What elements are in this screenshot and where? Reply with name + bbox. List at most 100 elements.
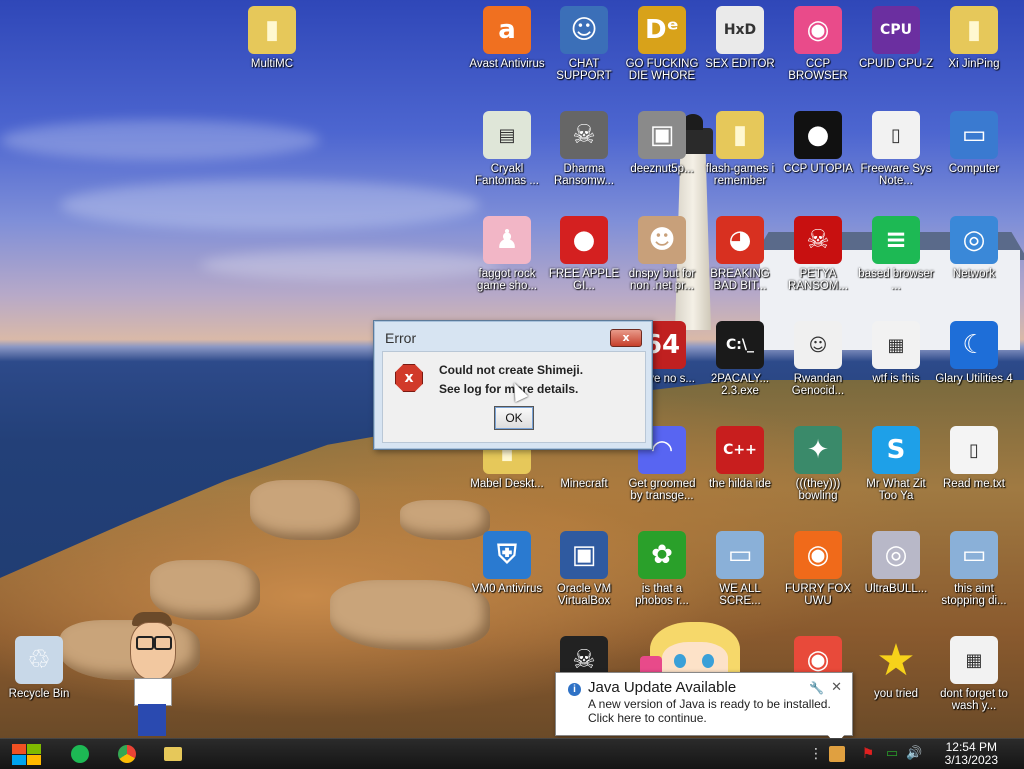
close-icon[interactable]: ✕ bbox=[831, 679, 842, 695]
desktop-icon-cpuid[interactable]: CPU CPUID CPU-Z bbox=[857, 6, 935, 70]
skull-icon: ☠ bbox=[560, 111, 608, 159]
desktop-icon-oraclevm[interactable]: ▣ Oracle VM VirtualBox bbox=[545, 531, 623, 607]
file-explorer-icon[interactable] bbox=[164, 747, 182, 761]
star-icon: ★ bbox=[876, 634, 916, 686]
desktop-icon-wtf[interactable]: ▦ wtf is this bbox=[857, 321, 935, 385]
desktop-icon-label: CCP BROWSER bbox=[788, 58, 848, 82]
folder-icon: ▮ bbox=[248, 6, 296, 54]
desktop-icon-ccp-utopia[interactable]: ● CCP UTOPIA bbox=[779, 111, 857, 175]
desktop-icon-go-f[interactable]: Dᵉ GO FUCKING DIE WHORE bbox=[623, 6, 701, 82]
cloud bbox=[200, 250, 500, 280]
desktop-icon-thisaint[interactable]: ▭ this aint stopping di... bbox=[935, 531, 1013, 607]
desktop-icon-faggot-rock[interactable]: ♟ faggot rock game sho... bbox=[468, 216, 546, 292]
dexplorer-icon: Dᵉ bbox=[638, 6, 686, 54]
desktop-icon-bowling[interactable]: ✦ (((they))) bowling bbox=[779, 426, 857, 502]
desktop-icon-dontforget[interactable]: ▦ dont forget to wash y... bbox=[935, 636, 1013, 712]
desktop-icon-xi[interactable]: ▮ Xi JinPing bbox=[935, 6, 1013, 70]
desktop-icon-dnspy[interactable]: ☻ dnspy but for non .net pr... bbox=[623, 216, 701, 292]
desktop-icon-furry[interactable]: ◉ FURRY FOX UWU bbox=[779, 531, 857, 607]
action-center-flag-icon[interactable]: ⚑ bbox=[860, 746, 876, 762]
desktop-icon-apple[interactable]: ● FREE APPLE GI... bbox=[545, 216, 623, 292]
dialog-close-button[interactable]: x bbox=[610, 329, 642, 347]
desktop-icon-label: FREE APPLE GI... bbox=[548, 268, 620, 292]
windows-logo-icon bbox=[27, 755, 41, 765]
start-button[interactable] bbox=[10, 742, 42, 766]
text-file-icon: ▯ bbox=[950, 426, 998, 474]
calendar-doc-icon: ▦ bbox=[872, 321, 920, 369]
desktop-icon-recycle[interactable]: ♲ Recycle Bin bbox=[0, 636, 78, 700]
volume-icon[interactable]: 🔊 bbox=[906, 746, 922, 762]
chrome-icon[interactable] bbox=[118, 745, 136, 763]
desktop-icon-label: Freeware Sys Note... bbox=[860, 163, 932, 187]
face-icon: ☺ bbox=[794, 321, 842, 369]
avast-icon: a bbox=[483, 6, 531, 54]
network-icon: ◎ bbox=[950, 216, 998, 264]
virtualbox-icon: ▣ bbox=[560, 531, 608, 579]
desktop-icon-weall[interactable]: ▭ WE ALL SCRE... bbox=[701, 531, 779, 607]
glary-icon: ☾ bbox=[950, 321, 998, 369]
desktop-icon-label: SEX EDITOR bbox=[705, 58, 775, 70]
desktop-icon-cryakl[interactable]: ▤ Cryakl Fantomas ... bbox=[468, 111, 546, 187]
clock[interactable]: 12:54 PM 3/13/2023 bbox=[945, 741, 998, 767]
desktop-icon-ultrabull[interactable]: ◎ UltraBULL... bbox=[857, 531, 935, 595]
angry-bird-icon: ◕ bbox=[716, 216, 764, 264]
ok-button[interactable]: OK bbox=[494, 406, 534, 430]
desktop-icon-label: 2PACALY... 2.3.exe bbox=[710, 373, 770, 397]
java-tray-icon[interactable] bbox=[829, 746, 845, 762]
desktop-icon-hilda[interactable]: C++ the hilda ide bbox=[701, 426, 779, 490]
notification-title: Java Update Available bbox=[588, 679, 737, 696]
desktop-icon-sex-editor[interactable]: HxD SEX EDITOR bbox=[701, 6, 779, 70]
desktop-icon-deeznut[interactable]: ▣ deeznut5p... bbox=[623, 111, 701, 175]
desktop-icon-ccp-browser[interactable]: ◉ CCP BROWSER bbox=[779, 6, 857, 82]
desktop-icon-label: Rwandan Genocid... bbox=[791, 373, 845, 397]
dialog-message-line-1: Could not create Shimeji. bbox=[439, 363, 584, 377]
cpuz-icon: CPU bbox=[872, 6, 920, 54]
network-tray-icon[interactable]: ▭ bbox=[884, 746, 900, 762]
desktop-icon-label: Network bbox=[952, 268, 996, 280]
desktop-icon-multimc[interactable]: ▮ MultiMC bbox=[233, 6, 311, 70]
wrench-icon[interactable]: 🔧 bbox=[809, 681, 824, 695]
desktop-icon-2pacaly[interactable]: C:\_ 2PACALY... 2.3.exe bbox=[701, 321, 779, 397]
desktop-icon-label: CHAT SUPPORT bbox=[556, 58, 612, 82]
desktop-icon-phobos[interactable]: ✿ is that a phobos r... bbox=[623, 531, 701, 607]
spotify-icon[interactable] bbox=[71, 745, 89, 763]
desktop-icon-rwandan[interactable]: ☺ Rwandan Genocid... bbox=[779, 321, 857, 397]
desktop-icon-label: FURRY FOX UWU bbox=[784, 583, 852, 607]
skype-icon: S bbox=[872, 426, 920, 474]
desktop-icon-chat-support[interactable]: ☺ CHAT SUPPORT bbox=[545, 6, 623, 82]
desktop-icon-label: UltraBULL... bbox=[864, 583, 928, 595]
desktop-icon-flash[interactable]: ▮ flash-games i remember bbox=[701, 111, 779, 187]
desktop-icon-readme[interactable]: ▯ Read me.txt bbox=[935, 426, 1013, 490]
shield-icon: ⛨ bbox=[483, 531, 531, 579]
desktop-icon-label: deeznut5p... bbox=[630, 163, 694, 175]
hex-editor-icon: HxD bbox=[716, 6, 764, 54]
chat-bubble-icon: ≡ bbox=[872, 216, 920, 264]
desktop-icon-avast[interactable]: a Avast Antivirus bbox=[468, 6, 546, 70]
desktop-icon-petya[interactable]: ☠ PETYA RANSOM... bbox=[779, 216, 857, 292]
desktop-icon-computer[interactable]: ▭ Computer bbox=[935, 111, 1013, 175]
desktop-icon-label: Mr What Zit Too Ya bbox=[866, 478, 926, 502]
browser-icon: ◉ bbox=[794, 6, 842, 54]
document-icon: ▯ bbox=[872, 111, 920, 159]
desktop-icon-breaking[interactable]: ◕ BREAKING BAD BIT... bbox=[701, 216, 779, 292]
desktop-icon-vm0[interactable]: ⛨ VM0 Antivirus bbox=[468, 531, 546, 595]
desktop-icon-glary[interactable]: ☾ Glary Utilities 4 bbox=[935, 321, 1013, 385]
desktop-icon-label: Cryakl Fantomas ... bbox=[475, 163, 539, 187]
orb-icon: ● bbox=[794, 111, 842, 159]
desktop-icon-label: dnspy but for non .net pr... bbox=[628, 268, 696, 292]
desktop-icon-youtried[interactable]: ★ you tried bbox=[857, 634, 935, 701]
desktop-icon-freeware[interactable]: ▯ Freeware Sys Note... bbox=[857, 111, 935, 187]
tray-overflow-icon[interactable]: ⋮ bbox=[808, 746, 824, 762]
icq-icon: ✿ bbox=[638, 531, 686, 579]
portrait-icon: ☻ bbox=[638, 216, 686, 264]
desktop-icon-based[interactable]: ≡ based browser ... bbox=[857, 216, 935, 292]
desktop-icon-mrwhat[interactable]: S Mr What Zit Too Ya bbox=[857, 426, 935, 502]
desktop-icon-network[interactable]: ◎ Network bbox=[935, 216, 1013, 280]
java-update-notification[interactable]: i Java Update Available A new version of… bbox=[555, 672, 853, 745]
notification-link[interactable]: Click here to continue. bbox=[588, 711, 707, 725]
taskbar: ⋮ ⚑ ▭ 🔊 12:54 PM 3/13/2023 bbox=[0, 738, 1024, 769]
rock bbox=[250, 480, 360, 540]
desktop-icon-label: Oracle VM VirtualBox bbox=[556, 583, 612, 607]
cloud bbox=[60, 180, 480, 230]
desktop-icon-dharma[interactable]: ☠ Dharma Ransomw... bbox=[545, 111, 623, 187]
